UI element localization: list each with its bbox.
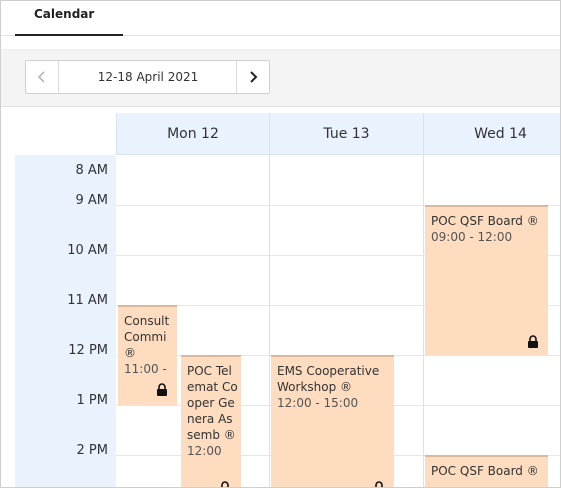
event-ems-workshop[interactable]: EMS Cooperative Workshop ® 12:00 - 15:00	[271, 355, 394, 487]
time-label: 8 AM	[75, 163, 108, 178]
event-title: Consult Commi ® 11:00 -	[124, 313, 174, 377]
event-poc-qsf-board-2[interactable]: POC QSF Board ®	[425, 455, 548, 487]
event-title-text: EMS Cooperative Workshop ®	[277, 364, 380, 394]
tab-calendar-label: Calendar	[34, 7, 95, 21]
time-gutter: 8 AM 9 AM 10 AM 11 AM 12 PM 1 PM 2 PM	[15, 155, 116, 487]
date-range-label: 12-18 April 2021	[97, 70, 199, 84]
event-title-text: POC QSF Board ®	[431, 214, 539, 228]
event-time: 09:00 - 12:00	[431, 230, 513, 244]
day-header-tue[interactable]: Tue 13	[269, 113, 423, 155]
calendar-panel: Calendar 12-18 April 2021 Mon 12 Tue 13 …	[0, 0, 561, 488]
event-time: 12:00	[187, 444, 222, 458]
event-title: POC QSF Board ®	[431, 463, 545, 479]
event-title: EMS Cooperative Workshop ® 12:00 - 15:00	[277, 363, 391, 411]
week-grid: Mon 12 Tue 13 Wed 14 8 AM 9 AM 10 AM 11 …	[15, 113, 560, 487]
next-week-button[interactable]	[236, 61, 269, 93]
event-title-text: Consult Commi ®	[124, 314, 170, 360]
lock-icon	[528, 335, 538, 348]
tab-calendar[interactable]: Calendar	[15, 1, 123, 36]
time-label: 9 AM	[75, 193, 108, 208]
time-label: 2 PM	[76, 443, 108, 458]
event-consult[interactable]: Consult Commi ® 11:00 -	[118, 305, 177, 405]
event-time: 11:00 -	[124, 362, 167, 376]
chevron-left-icon	[37, 71, 45, 83]
time-label: 10 AM	[67, 243, 108, 258]
lock-icon	[157, 383, 167, 396]
date-range-navigator: 12-18 April 2021	[25, 60, 270, 94]
calendar-toolbar: 12-18 April 2021	[1, 49, 560, 107]
event-poc-telematics[interactable]: POC Telemat Cooper Genera Assemb ® 12:00	[181, 355, 241, 487]
day-header-mon[interactable]: Mon 12	[116, 113, 269, 155]
event-title: POC Telemat Cooper Genera Assemb ® 12:00	[187, 363, 238, 459]
previous-week-button[interactable]	[26, 61, 59, 93]
chevron-right-icon	[250, 71, 258, 83]
event-title-text: POC QSF Board ®	[431, 464, 539, 478]
tab-strip: Calendar	[1, 1, 560, 36]
event-time: 12:00 - 15:00	[277, 396, 359, 410]
event-poc-qsf-board[interactable]: POC QSF Board ® 09:00 - 12:00	[425, 205, 548, 355]
lock-icon	[221, 481, 229, 487]
event-title: POC QSF Board ® 09:00 - 12:00	[431, 213, 545, 245]
header-gutter	[15, 113, 116, 155]
time-label: 1 PM	[76, 393, 108, 408]
time-label: 11 AM	[67, 293, 108, 308]
lock-icon	[375, 481, 383, 487]
event-title-text: POC Telemat Cooper Genera Assemb ®	[187, 364, 238, 442]
time-label: 12 PM	[68, 343, 108, 358]
day-header-wed[interactable]: Wed 14	[423, 113, 560, 155]
